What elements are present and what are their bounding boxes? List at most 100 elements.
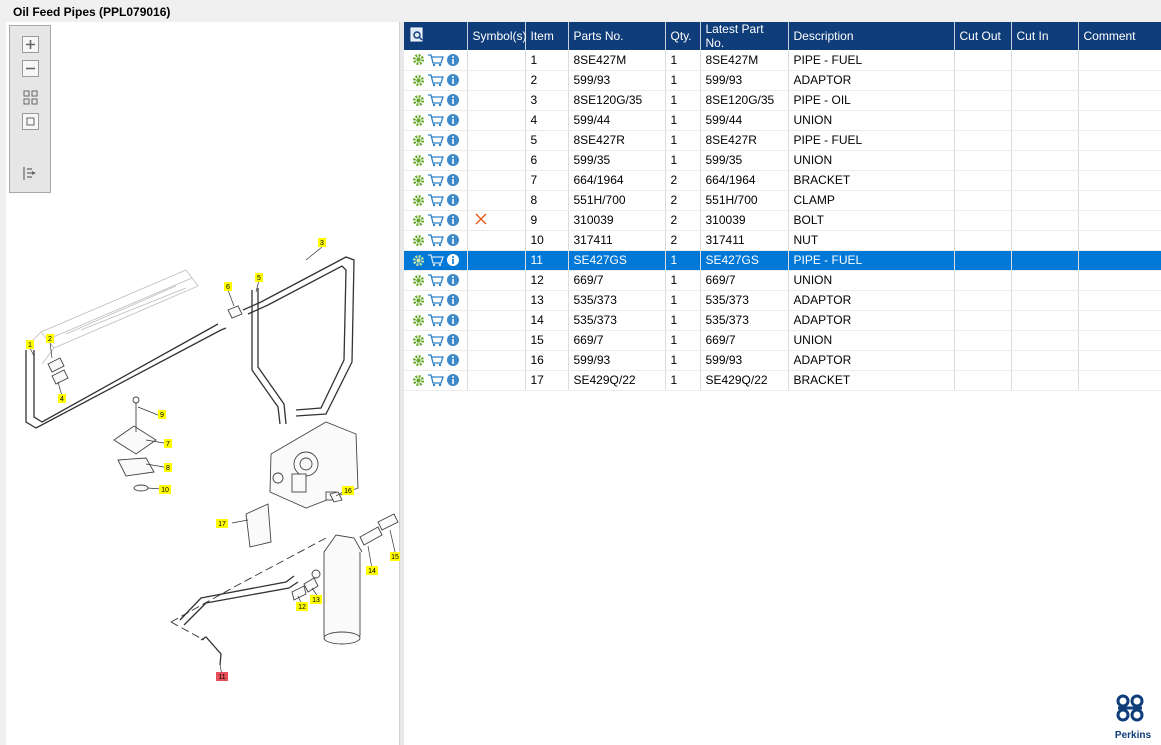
table-row[interactable]: 14 535/373 1 535/373 ADAPTOR (404, 310, 1161, 331)
table-row[interactable]: 15 669/7 1 669/7 UNION (404, 330, 1161, 351)
row-cut-in (1011, 70, 1079, 91)
info-icon[interactable] (446, 353, 460, 367)
gear-icon[interactable] (412, 94, 425, 107)
gear-icon[interactable] (412, 154, 425, 167)
row-item: 3 (525, 90, 569, 111)
table-row[interactable]: 13 535/373 1 535/373 ADAPTOR (404, 290, 1161, 311)
row-latest-part-no: SE429Q/22 (700, 370, 789, 391)
gear-icon[interactable] (412, 53, 425, 66)
cart-icon[interactable] (427, 273, 444, 287)
cart-icon[interactable] (427, 73, 444, 87)
info-icon[interactable] (446, 253, 460, 267)
table-row[interactable]: 16 599/93 1 599/93 ADAPTOR (404, 350, 1161, 371)
info-icon[interactable] (446, 153, 460, 167)
row-part-no: 599/35 (568, 150, 666, 171)
gear-icon[interactable] (412, 354, 425, 367)
info-icon[interactable] (446, 173, 460, 187)
table-row[interactable]: 1 8SE427M 1 8SE427M PIPE - FUEL (404, 50, 1161, 71)
cart-icon[interactable] (427, 193, 444, 207)
row-qty: 2 (665, 190, 701, 211)
header-symbols[interactable]: Symbol(s) (467, 22, 527, 50)
header-latest-part-no[interactable]: Latest Part No. (700, 22, 789, 50)
cart-icon[interactable] (427, 233, 444, 247)
cart-icon[interactable] (427, 113, 444, 127)
table-row[interactable]: 10 317411 2 317411 NUT (404, 230, 1161, 251)
zoom-in-icon[interactable] (22, 36, 39, 53)
header-part-no[interactable]: Parts No. (568, 22, 666, 50)
search-parts-icon[interactable] (409, 27, 425, 43)
callout-14: 14 (368, 568, 376, 575)
row-qty: 1 (665, 70, 701, 91)
gear-icon[interactable] (412, 134, 425, 147)
table-row[interactable]: 17 SE429Q/22 1 SE429Q/22 BRACKET (404, 370, 1161, 391)
cart-icon[interactable] (427, 53, 444, 67)
gear-icon[interactable] (412, 294, 425, 307)
info-icon[interactable] (446, 233, 460, 247)
row-cut-out (954, 150, 1012, 171)
info-icon[interactable] (446, 213, 460, 227)
gear-icon[interactable] (412, 274, 425, 287)
info-icon[interactable] (446, 313, 460, 327)
cart-icon[interactable] (427, 253, 444, 267)
info-icon[interactable] (446, 73, 460, 87)
cart-icon[interactable] (427, 133, 444, 147)
gear-icon[interactable] (412, 174, 425, 187)
info-icon[interactable] (446, 53, 460, 67)
cart-icon[interactable] (427, 293, 444, 307)
row-symbol (467, 230, 526, 251)
cart-icon[interactable] (427, 313, 444, 327)
info-icon[interactable] (446, 293, 460, 307)
header-actions[interactable] (404, 22, 468, 50)
diagram-pane[interactable]: 1 2 3 4 5 6 7 8 9 10 11 12 13 14 15 16 1… (6, 22, 400, 745)
info-icon[interactable] (446, 193, 460, 207)
table-row[interactable]: 5 8SE427R 1 8SE427R PIPE - FUEL (404, 130, 1161, 151)
info-icon[interactable] (446, 133, 460, 147)
cart-icon[interactable] (427, 353, 444, 367)
info-icon[interactable] (446, 373, 460, 387)
table-row[interactable]: 8 551H/700 2 551H/700 CLAMP (404, 190, 1161, 211)
header-item[interactable]: Item (525, 22, 569, 50)
cart-icon[interactable] (427, 213, 444, 227)
cart-icon[interactable] (427, 373, 444, 387)
zoom-out-icon[interactable] (22, 60, 39, 77)
row-comment (1078, 110, 1161, 131)
table-row[interactable]: 4 599/44 1 599/44 UNION (404, 110, 1161, 131)
header-cut-in[interactable]: Cut In (1011, 22, 1079, 50)
table-row[interactable]: 12 669/7 1 669/7 UNION (404, 270, 1161, 291)
row-item: 2 (525, 70, 569, 91)
export-icon[interactable] (22, 165, 39, 182)
table-row[interactable]: 7 664/1964 2 664/1964 BRACKET (404, 170, 1161, 191)
cart-icon[interactable] (427, 333, 444, 347)
info-icon[interactable] (446, 333, 460, 347)
perkins-logo-icon (1116, 694, 1144, 722)
gear-icon[interactable] (412, 374, 425, 387)
header-comment[interactable]: Comment (1078, 22, 1161, 50)
table-row[interactable]: 9 310039 2 310039 BOLT (404, 210, 1161, 231)
info-icon[interactable] (446, 93, 460, 107)
gear-icon[interactable] (412, 254, 425, 267)
row-comment (1078, 170, 1161, 191)
gear-icon[interactable] (412, 214, 425, 227)
gear-icon[interactable] (412, 114, 425, 127)
header-qty[interactable]: Qty. (665, 22, 701, 50)
gear-icon[interactable] (412, 334, 425, 347)
table-row[interactable]: 11 SE427GS 1 SE427GS PIPE - FUEL (404, 250, 1161, 271)
info-icon[interactable] (446, 273, 460, 287)
table-row[interactable]: 2 599/93 1 599/93 ADAPTOR (404, 70, 1161, 91)
callout-12: 12 (298, 604, 306, 611)
cart-icon[interactable] (427, 153, 444, 167)
cart-icon[interactable] (427, 173, 444, 187)
gear-icon[interactable] (412, 314, 425, 327)
gear-icon[interactable] (412, 234, 425, 247)
row-comment (1078, 130, 1161, 151)
fit-window-icon[interactable] (22, 113, 39, 130)
cart-icon[interactable] (427, 93, 444, 107)
header-cut-out[interactable]: Cut Out (954, 22, 1012, 50)
gear-icon[interactable] (412, 194, 425, 207)
fit-all-icon[interactable] (22, 89, 39, 106)
info-icon[interactable] (446, 113, 460, 127)
header-description[interactable]: Description (788, 22, 955, 50)
table-row[interactable]: 6 599/35 1 599/35 UNION (404, 150, 1161, 171)
gear-icon[interactable] (412, 74, 425, 87)
table-row[interactable]: 3 8SE120G/35 1 8SE120G/35 PIPE - OIL (404, 90, 1161, 111)
